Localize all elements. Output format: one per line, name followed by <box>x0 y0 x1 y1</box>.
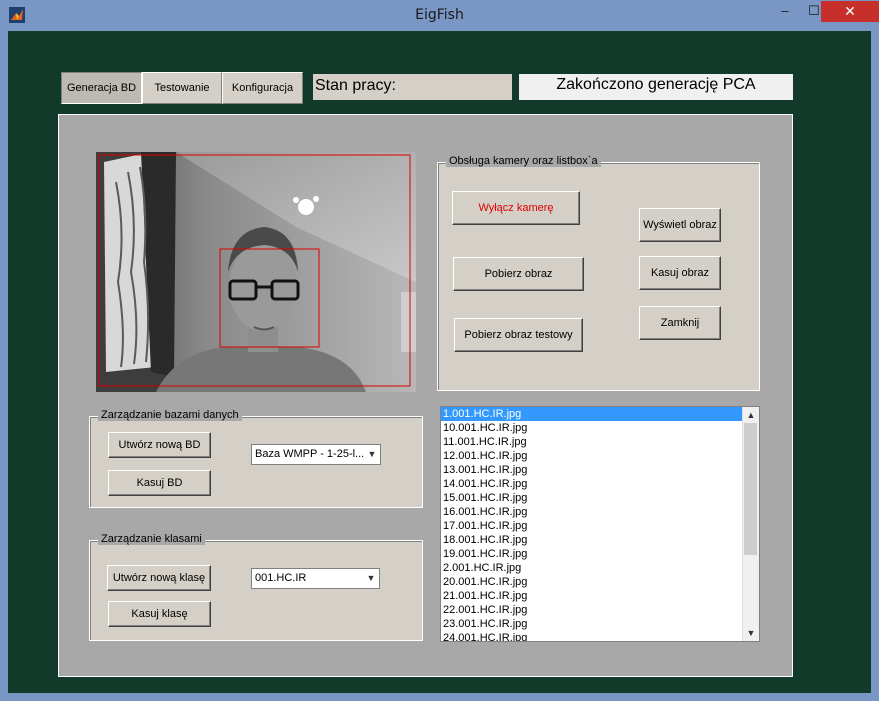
list-item[interactable]: 22.001.HC.IR.jpg <box>441 603 743 617</box>
listbox-items: 1.001.HC.IR.jpg 10.001.HC.IR.jpg 11.001.HC… <box>441 407 743 641</box>
list-item[interactable]: 2.001.HC.IR.jpg <box>441 561 743 575</box>
list-item[interactable]: 19.001.HC.IR.jpg <box>441 547 743 561</box>
listbox-scrollbar[interactable]: ▲ ▼ <box>742 407 759 641</box>
class-select[interactable]: 001.HC.IR ▼ <box>251 568 380 589</box>
capture-image-button[interactable]: Pobierz obraz <box>453 257 584 291</box>
scroll-thumb[interactable] <box>744 423 757 555</box>
list-item[interactable]: 16.001.HC.IR.jpg <box>441 505 743 519</box>
chevron-down-icon: ▼ <box>367 449 377 459</box>
list-item[interactable]: 24.001.HC.IR.jpg <box>441 631 743 641</box>
main-panel: Obsługa kamery oraz listbox`a Wyłącz kam… <box>58 114 793 677</box>
create-class-button[interactable]: Utwórz nową klasę <box>107 565 211 591</box>
database-select-value: Baza WMPP - 1-25-l... <box>255 448 365 460</box>
tab-generacja-bd[interactable]: Generacja BD <box>61 72 142 104</box>
close-window-button[interactable]: ✕ <box>821 1 879 22</box>
delete-database-button[interactable]: Kasuj BD <box>108 470 211 496</box>
chevron-down-icon: ▼ <box>366 573 376 583</box>
class-group-title: Zarządzanie klasami <box>98 533 205 545</box>
capture-test-image-button[interactable]: Pobierz obraz testowy <box>454 318 583 352</box>
scroll-down-icon[interactable]: ▼ <box>743 625 759 641</box>
delete-image-button[interactable]: Kasuj obraz <box>639 256 721 290</box>
delete-class-button[interactable]: Kasuj klasę <box>108 601 211 627</box>
list-item[interactable]: 20.001.HC.IR.jpg <box>441 575 743 589</box>
app-window: EigFish – ☐ ✕ Generacja BD Testowanie Ko… <box>0 0 879 701</box>
list-item[interactable]: 18.001.HC.IR.jpg <box>441 533 743 547</box>
minimize-button[interactable]: – <box>770 2 800 22</box>
scroll-up-icon[interactable]: ▲ <box>743 407 759 423</box>
create-database-button[interactable]: Utwórz nową BD <box>108 432 211 458</box>
camera-group-title: Obsługa kamery oraz listbox`a <box>446 155 601 167</box>
database-select[interactable]: Baza WMPP - 1-25-l... ▼ <box>251 444 381 465</box>
list-item[interactable]: 10.001.HC.IR.jpg <box>441 421 743 435</box>
database-group-title: Zarządzanie bazami danych <box>98 409 242 421</box>
status-value: Zakończono generację PCA <box>519 74 793 100</box>
camera-preview <box>96 152 416 392</box>
camera-group: Obsługa kamery oraz listbox`a Wyłącz kam… <box>437 155 760 391</box>
list-item[interactable]: 15.001.HC.IR.jpg <box>441 491 743 505</box>
toggle-camera-button[interactable]: Wyłącz kamerę <box>452 191 580 225</box>
list-item[interactable]: 14.001.HC.IR.jpg <box>441 477 743 491</box>
list-item[interactable]: 13.001.HC.IR.jpg <box>441 463 743 477</box>
tab-konfiguracja[interactable]: Konfiguracja <box>222 72 303 104</box>
title-bar[interactable]: EigFish – ☐ ✕ <box>0 0 879 30</box>
class-select-value: 001.HC.IR <box>255 572 307 584</box>
list-item[interactable]: 11.001.HC.IR.jpg <box>441 435 743 449</box>
image-listbox[interactable]: 1.001.HC.IR.jpg 10.001.HC.IR.jpg 11.001.HC… <box>440 406 760 642</box>
database-group: Zarządzanie bazami danych Utwórz nową BD… <box>89 409 423 508</box>
close-button[interactable]: Zamknij <box>639 306 721 340</box>
list-item[interactable]: 23.001.HC.IR.jpg <box>441 617 743 631</box>
show-image-button[interactable]: Wyświetl obraz <box>639 208 721 242</box>
window-title: EigFish <box>415 7 464 23</box>
tab-testowanie[interactable]: Testowanie <box>142 72 222 104</box>
status-label: Stan pracy: <box>313 74 512 100</box>
class-group: Zarządzanie klasami Utwórz nową klasę Ka… <box>89 533 423 641</box>
client-area: Generacja BD Testowanie Konfiguracja Sta… <box>8 31 871 693</box>
list-item[interactable]: 21.001.HC.IR.jpg <box>441 589 743 603</box>
list-item[interactable]: 12.001.HC.IR.jpg <box>441 449 743 463</box>
list-item[interactable]: 17.001.HC.IR.jpg <box>441 519 743 533</box>
list-item[interactable]: 1.001.HC.IR.jpg <box>441 407 743 421</box>
